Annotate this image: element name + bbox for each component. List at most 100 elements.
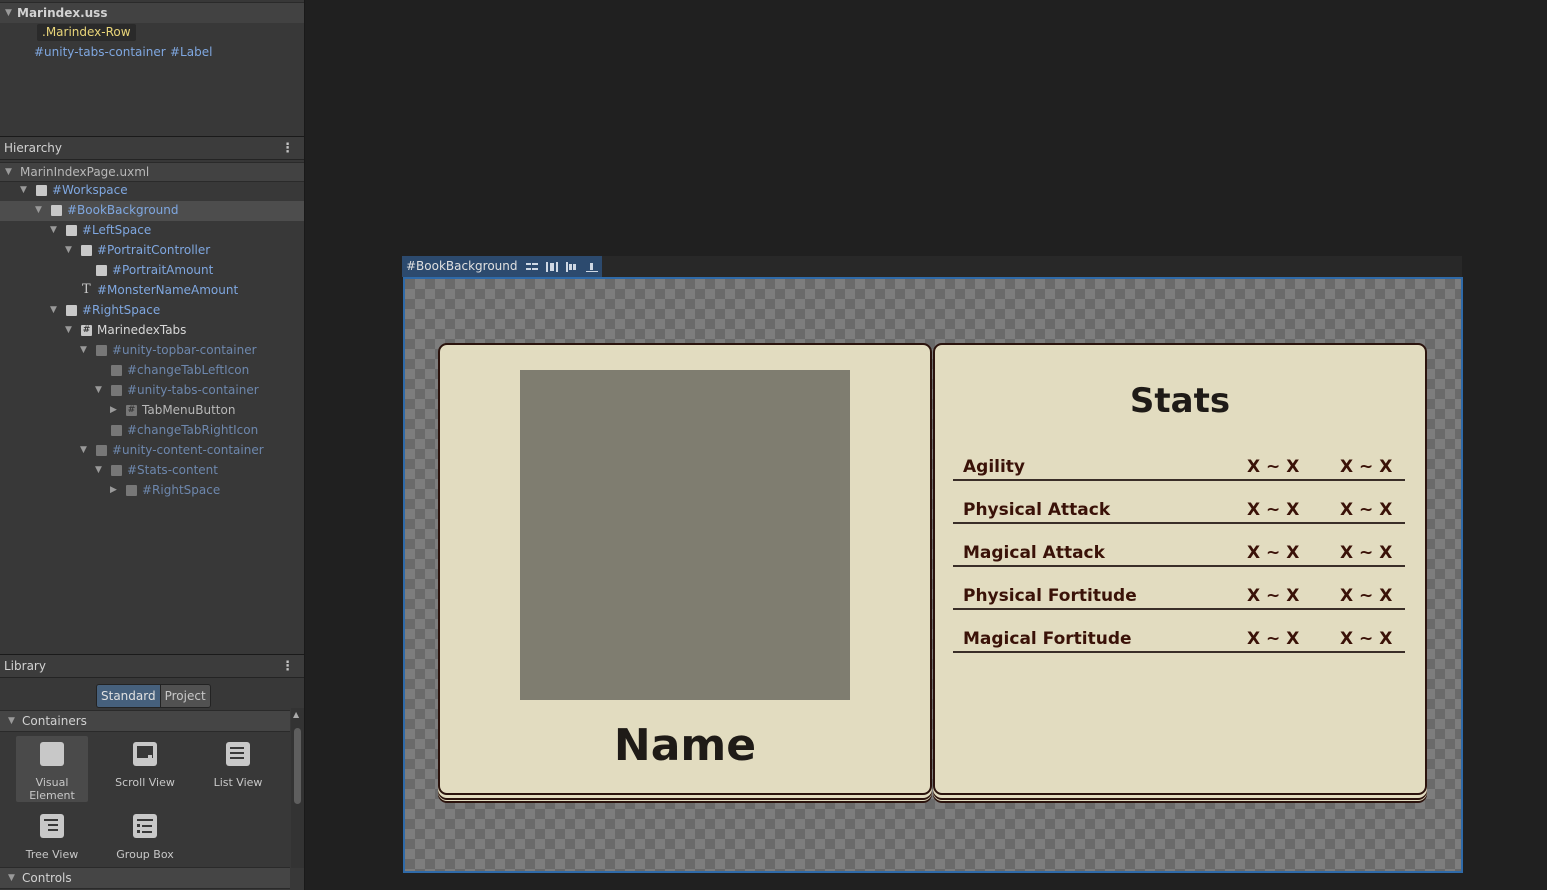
- expand-triangle-icon[interactable]: ▼: [65, 245, 72, 255]
- list-view-icon: [226, 742, 250, 766]
- template-hash-icon: #: [126, 405, 137, 416]
- stat-value: X ~ X: [1247, 500, 1300, 520]
- expand-triangle-icon[interactable]: ▼: [35, 205, 42, 215]
- library-title: Library: [4, 659, 46, 673]
- expand-triangle-icon[interactable]: ▼: [80, 345, 87, 355]
- expand-triangle-icon[interactable]: ▼: [95, 465, 102, 475]
- book-right-page: Stats Agility X ~ X X ~ X Physical Attac…: [933, 343, 1427, 795]
- category-containers[interactable]: ▼ Containers: [0, 710, 290, 732]
- expand-triangle-icon[interactable]: ▼: [95, 385, 102, 395]
- stat-value: X ~ X: [1247, 629, 1300, 649]
- category-controls[interactable]: ▼ Controls: [0, 867, 290, 889]
- scrollbar-thumb[interactable]: [294, 728, 301, 804]
- visual-element-icon: [96, 345, 107, 356]
- book-left-page: Name: [438, 343, 932, 795]
- visual-element-icon: [40, 742, 64, 766]
- library-item-visual-element[interactable]: Visual Element: [16, 736, 88, 802]
- stat-value: X ~ X: [1340, 543, 1393, 563]
- tree-row[interactable]: #PortraitAmount: [0, 261, 304, 281]
- stat-value: X ~ X: [1247, 543, 1300, 563]
- tree-item-label: #MonsterNameAmount: [97, 283, 239, 297]
- tree-row[interactable]: #changeTabRightIcon: [0, 421, 304, 441]
- library-item-group-box[interactable]: Group Box: [109, 808, 181, 874]
- stat-value: X ~ X: [1247, 457, 1300, 477]
- align-items-icon[interactable]: [545, 261, 558, 272]
- uss-selector-part[interactable]: #unity-tabs-container: [34, 45, 166, 59]
- tree-row[interactable]: ▼ #LeftSpace: [0, 221, 304, 241]
- stat-row: Magical Attack X ~ X X ~ X: [953, 543, 1405, 567]
- uss-selector-part[interactable]: #Label: [170, 45, 212, 59]
- tree-row[interactable]: ▼ #Stats-content: [0, 461, 304, 481]
- visual-element-icon: [51, 205, 62, 216]
- visual-element-icon: [96, 445, 107, 456]
- tree-item-label: #unity-tabs-container: [127, 383, 259, 397]
- scroll-up-arrow-icon[interactable]: ▲: [293, 710, 299, 719]
- uss-selector-row[interactable]: .Marindex-Row: [37, 24, 136, 41]
- stat-value: X ~ X: [1340, 629, 1393, 649]
- library-item-list-view[interactable]: List View: [202, 736, 274, 802]
- justify-content-icon[interactable]: [565, 261, 578, 272]
- kebab-menu-icon[interactable]: ⋮: [281, 141, 294, 156]
- hierarchy-title: Hierarchy: [4, 141, 63, 155]
- visual-element-icon: [66, 225, 77, 236]
- stat-name: Physical Fortitude: [963, 586, 1137, 606]
- tree-item-label: MarinedexTabs: [97, 323, 187, 337]
- collapse-triangle-icon[interactable]: ▼: [5, 8, 17, 18]
- visual-element-icon: [36, 185, 47, 196]
- collapse-triangle-icon[interactable]: ▼: [8, 873, 22, 883]
- tree-row[interactable]: ▼ #unity-tabs-container: [0, 381, 304, 401]
- expand-triangle-icon[interactable]: ▼: [65, 325, 72, 335]
- expand-triangle-icon[interactable]: ▼: [80, 445, 87, 455]
- canvas-viewport[interactable]: Name Stats Agility X ~ X X ~ X Physical …: [403, 277, 1463, 873]
- library-item-label: Tree View: [25, 848, 79, 861]
- tree-row[interactable]: ▼ # MarinedexTabs: [0, 321, 304, 341]
- tab-project[interactable]: Project: [159, 685, 210, 707]
- tree-row[interactable]: ▼ #Workspace: [0, 181, 304, 201]
- uss-file-header[interactable]: ▼ Marindex.uss: [0, 2, 304, 24]
- text-label-icon: T: [82, 282, 91, 297]
- tree-item-label: #RightSpace: [142, 483, 221, 497]
- stat-value: X ~ X: [1340, 586, 1393, 606]
- tree-item-label: #Workspace: [52, 183, 128, 197]
- expand-triangle-right-icon[interactable]: ▶: [110, 405, 117, 415]
- tree-row[interactable]: ▼ #RightSpace: [0, 301, 304, 321]
- expand-triangle-icon[interactable]: ▼: [50, 225, 57, 235]
- tab-standard[interactable]: Standard: [97, 685, 160, 707]
- expand-triangle-right-icon[interactable]: ▶: [110, 485, 117, 495]
- hierarchy-header: Hierarchy ⋮: [0, 136, 304, 160]
- tree-row-selected[interactable]: ▼ #BookBackground: [0, 201, 304, 221]
- stat-name: Magical Attack: [963, 543, 1105, 563]
- library-header: Library ⋮: [0, 654, 304, 678]
- left-panel: ▼ Marindex.uss .Marindex-Row #unity-tabs…: [0, 0, 305, 890]
- tree-row[interactable]: ▼ #PortraitController: [0, 241, 304, 261]
- expand-triangle-icon[interactable]: ▼: [50, 305, 57, 315]
- stat-row: Magical Fortitude X ~ X X ~ X: [953, 629, 1405, 653]
- library-tab-toggle: Standard Project: [96, 684, 211, 708]
- tree-row[interactable]: ▼ #unity-topbar-container: [0, 341, 304, 361]
- tree-row[interactable]: T #MonsterNameAmount: [0, 281, 304, 301]
- tree-row[interactable]: #changeTabLeftIcon: [0, 361, 304, 381]
- tree-item-label: TabMenuButton: [142, 403, 236, 417]
- expand-triangle-icon[interactable]: ▼: [20, 185, 27, 195]
- library-item-scroll-view[interactable]: Scroll View: [109, 736, 181, 802]
- align-bottom-icon[interactable]: [585, 262, 598, 272]
- tree-row-file[interactable]: ▼ MarinIndexPage.uxml: [0, 162, 304, 182]
- tree-row[interactable]: ▶ #RightSpace: [0, 481, 304, 501]
- library-item-tree-view[interactable]: Tree View: [16, 808, 88, 874]
- scroll-view-icon: [133, 742, 157, 766]
- tree-row[interactable]: ▼ #unity-content-container: [0, 441, 304, 461]
- visual-element-icon: [111, 385, 122, 396]
- collapse-triangle-icon[interactable]: ▼: [8, 716, 22, 726]
- library-scrollbar[interactable]: ▲: [291, 708, 304, 868]
- tree-row[interactable]: ▶ # TabMenuButton: [0, 401, 304, 421]
- stat-value: X ~ X: [1340, 457, 1393, 477]
- template-hash-icon: #: [81, 325, 92, 336]
- selected-element-tab[interactable]: #BookBackground: [402, 256, 602, 277]
- visual-element-icon: [111, 465, 122, 476]
- stats-title: Stats: [1129, 381, 1231, 421]
- flex-direction-icon[interactable]: [525, 262, 538, 272]
- library-body: Standard Project ▼ Containers Visual Ele…: [0, 679, 304, 890]
- expand-triangle-icon[interactable]: ▼: [5, 167, 12, 177]
- kebab-menu-icon[interactable]: ⋮: [281, 659, 294, 674]
- category-label: Containers: [22, 714, 87, 728]
